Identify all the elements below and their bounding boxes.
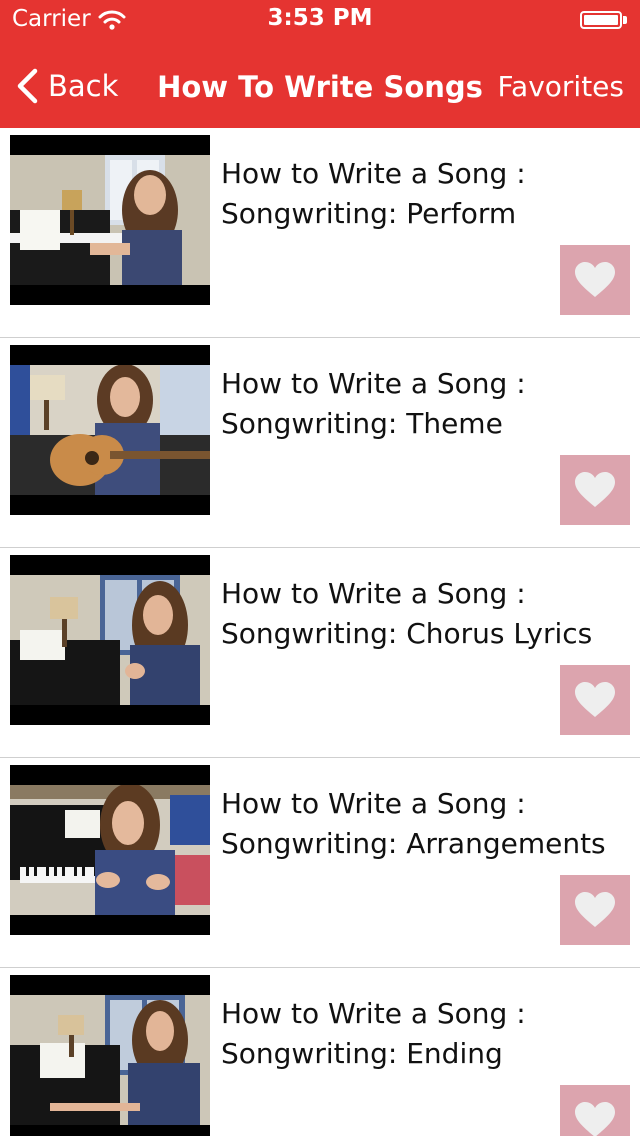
navigation-bar: Back How To Write Songs Favorites [0,40,640,128]
list-item[interactable]: How to Write a Song : Songwriting: Endin… [0,968,640,1136]
battery-tip [623,16,627,24]
heart-icon [575,262,615,297]
video-frame [10,575,210,705]
video-title-line2: Songwriting: Arrangements [221,827,606,860]
video-thumbnail[interactable] [10,345,210,515]
video-thumbnail[interactable] [10,135,210,305]
video-title-line1: How to Write a Song : [221,997,526,1030]
favorite-button[interactable] [560,665,630,735]
video-title[interactable]: How to Write a Song : Songwriting: Choru… [221,574,631,654]
video-frame [10,365,210,495]
video-title-line1: How to Write a Song : [221,577,526,610]
favorite-button[interactable] [560,245,630,315]
video-title[interactable]: How to Write a Song : Songwriting: Theme [221,364,631,444]
video-frame [10,785,210,915]
list-item[interactable]: How to Write a Song : Songwriting: Choru… [0,548,640,758]
status-bar: Carrier 3:53 PM [0,0,640,40]
video-title[interactable]: How to Write a Song : Songwriting: Arran… [221,784,631,864]
heart-icon [575,892,615,927]
video-thumbnail[interactable] [10,555,210,725]
video-title-line2: Songwriting: Chorus Lyrics [221,617,593,650]
favorites-button[interactable]: Favorites [498,70,624,103]
favorite-button[interactable] [560,875,630,945]
video-thumbnail[interactable] [10,765,210,935]
video-title-line1: How to Write a Song : [221,787,526,820]
video-title-line1: How to Write a Song : [221,157,526,190]
favorite-button[interactable] [560,455,630,525]
page-title: How To Write Songs [157,70,483,104]
battery-icon [580,11,622,29]
back-label: Back [48,69,119,103]
video-thumbnail[interactable] [10,975,210,1136]
list-item[interactable]: How to Write a Song : Songwriting: Theme [0,338,640,548]
video-frame [10,155,210,285]
heart-icon [575,472,615,507]
video-title[interactable]: How to Write a Song : Songwriting: Perfo… [221,154,631,234]
video-title-line2: Songwriting: Ending [221,1037,503,1070]
back-button[interactable]: Back [16,66,118,106]
app-header: Carrier 3:53 PM Back How To Write Songs … [0,0,640,128]
status-time: 3:53 PM [267,5,373,31]
video-list: How to Write a Song : Songwriting: Perfo… [0,128,640,1136]
video-frame [10,995,210,1125]
video-title-line2: Songwriting: Perform [221,197,517,230]
list-item[interactable]: How to Write a Song : Songwriting: Arran… [0,758,640,968]
chevron-left-icon [17,68,38,104]
video-title-line1: How to Write a Song : [221,367,526,400]
list-item[interactable]: How to Write a Song : Songwriting: Perfo… [0,128,640,338]
video-title[interactable]: How to Write a Song : Songwriting: Endin… [221,994,631,1074]
favorite-button[interactable] [560,1085,630,1136]
heart-icon [575,682,615,717]
heart-icon [575,1102,615,1136]
video-title-line2: Songwriting: Theme [221,407,503,440]
